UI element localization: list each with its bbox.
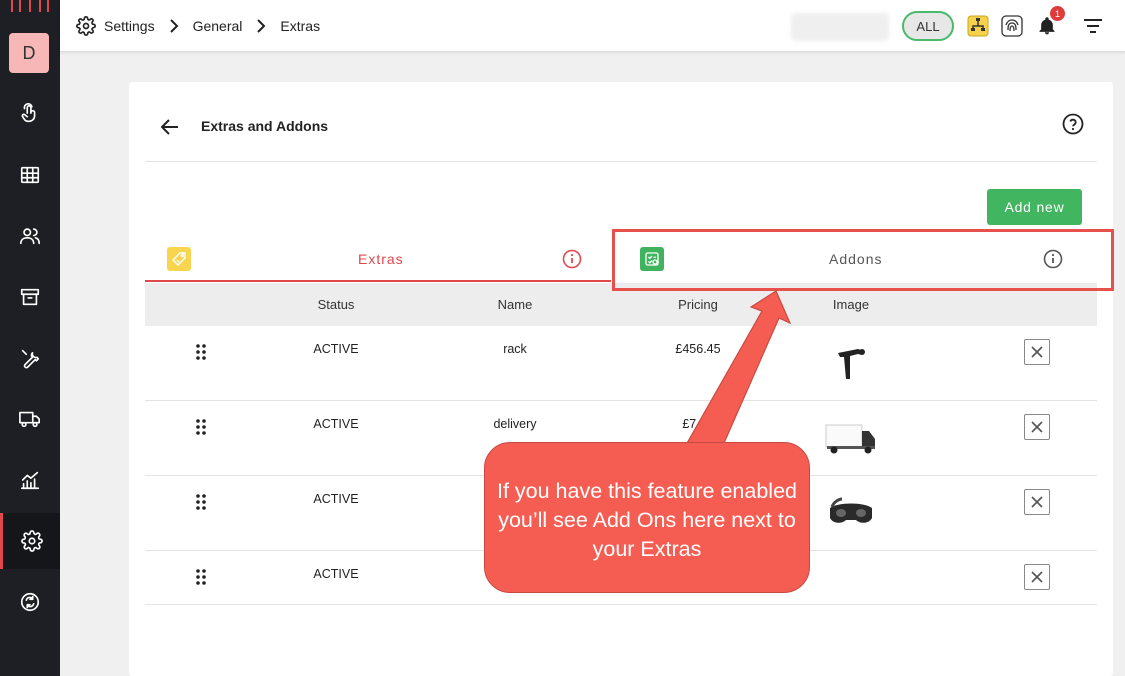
column-header-name[interactable]: Name	[498, 297, 533, 312]
users-icon	[20, 228, 40, 245]
column-header-status[interactable]: Status	[318, 297, 355, 312]
vr-headset-image	[824, 486, 878, 540]
avatar[interactable]: D	[9, 33, 49, 73]
breadcrumb-extras: Extras	[280, 18, 321, 34]
table-row[interactable]: ACTIVE rack £456.45	[145, 326, 1097, 401]
sidebar-item-customers[interactable]	[0, 208, 60, 264]
drag-handle-icon[interactable]	[195, 493, 207, 511]
sidebar: D	[0, 0, 60, 676]
row-status: ACTIVE	[313, 567, 359, 581]
close-icon	[1031, 346, 1043, 358]
top-bar: Settings General Extras ALL 1	[60, 0, 1125, 52]
add-new-button[interactable]: Add new	[987, 189, 1082, 225]
extras-tag-icon	[167, 247, 191, 271]
sidebar-item-bookings[interactable]	[0, 86, 60, 142]
wrench-icon	[21, 349, 40, 369]
info-icon[interactable]	[561, 248, 583, 270]
row-name: delivery	[493, 417, 537, 431]
delete-button[interactable]	[1024, 414, 1050, 440]
page-title: Extras and Addons	[201, 118, 329, 134]
blurred-field	[791, 13, 889, 41]
row-name: rack	[503, 342, 527, 356]
drag-handle-icon[interactable]	[195, 343, 207, 361]
addons-checklist-icon	[640, 247, 664, 271]
grid-icon	[20, 166, 40, 184]
sync-icon	[20, 592, 40, 612]
tab-addons[interactable]: Addons	[613, 240, 1081, 282]
sidebar-item-maintenance[interactable]	[0, 330, 60, 386]
help-icon[interactable]	[1061, 112, 1085, 136]
sidebar-item-inventory[interactable]	[0, 269, 60, 325]
touch-icon	[21, 103, 36, 123]
fingerprint-icon[interactable]	[1000, 14, 1024, 38]
close-icon	[1031, 421, 1043, 433]
close-icon	[1031, 571, 1043, 583]
filter-menu-icon[interactable]	[1081, 14, 1105, 38]
sidebar-item-calendar[interactable]	[0, 147, 60, 203]
truck-icon	[19, 411, 40, 428]
back-arrow-icon[interactable]	[159, 116, 181, 138]
tab-extras[interactable]: Extras	[145, 240, 611, 282]
breadcrumb: Settings General Extras	[76, 0, 320, 52]
row-status: ACTIVE	[313, 342, 359, 356]
hierarchy-icon[interactable]	[966, 14, 990, 38]
row-status: ACTIVE	[313, 492, 359, 506]
drag-handle-icon[interactable]	[195, 568, 207, 586]
sidebar-item-delivery[interactable]	[0, 391, 60, 447]
delete-button[interactable]	[1024, 564, 1050, 590]
row-status: ACTIVE	[313, 417, 359, 431]
sidebar-item-sync[interactable]	[0, 574, 60, 630]
row-pricing: £7.99	[682, 417, 714, 431]
chevron-right-icon	[256, 19, 266, 33]
column-header-pricing[interactable]: Pricing	[678, 297, 718, 312]
info-icon[interactable]	[1042, 248, 1064, 270]
sidebar-item-settings[interactable]	[0, 513, 60, 569]
chart-icon	[20, 471, 40, 490]
settings-gear-icon	[76, 16, 96, 36]
close-icon	[1031, 496, 1043, 508]
notification-badge: 1	[1050, 6, 1065, 21]
delivery-van-image	[824, 411, 878, 465]
tab-extras-label: Extras	[358, 251, 404, 267]
breadcrumb-general[interactable]: General	[193, 18, 243, 34]
brand-logo	[0, 0, 60, 14]
column-header-image[interactable]: Image	[833, 297, 869, 312]
chevron-right-icon	[169, 19, 179, 33]
gear-icon	[20, 530, 43, 552]
breadcrumb-settings[interactable]: Settings	[104, 18, 155, 34]
delete-button[interactable]	[1024, 339, 1050, 365]
tab-addons-label: Addons	[829, 251, 883, 267]
row-pricing: £456.45	[675, 342, 721, 356]
archive-icon	[20, 288, 40, 306]
table-header: Status Name Pricing Image	[145, 283, 1097, 326]
filter-all-toggle[interactable]: ALL	[902, 11, 954, 41]
avatar-initial: D	[22, 42, 36, 63]
delete-button[interactable]	[1024, 489, 1050, 515]
sidebar-item-reports[interactable]	[0, 452, 60, 508]
card-header: Extras and Addons	[145, 110, 1097, 162]
callout-box: If you have this feature enabled you’ll …	[484, 442, 810, 593]
tow-hitch-image	[824, 336, 878, 390]
drag-handle-icon[interactable]	[195, 418, 207, 436]
